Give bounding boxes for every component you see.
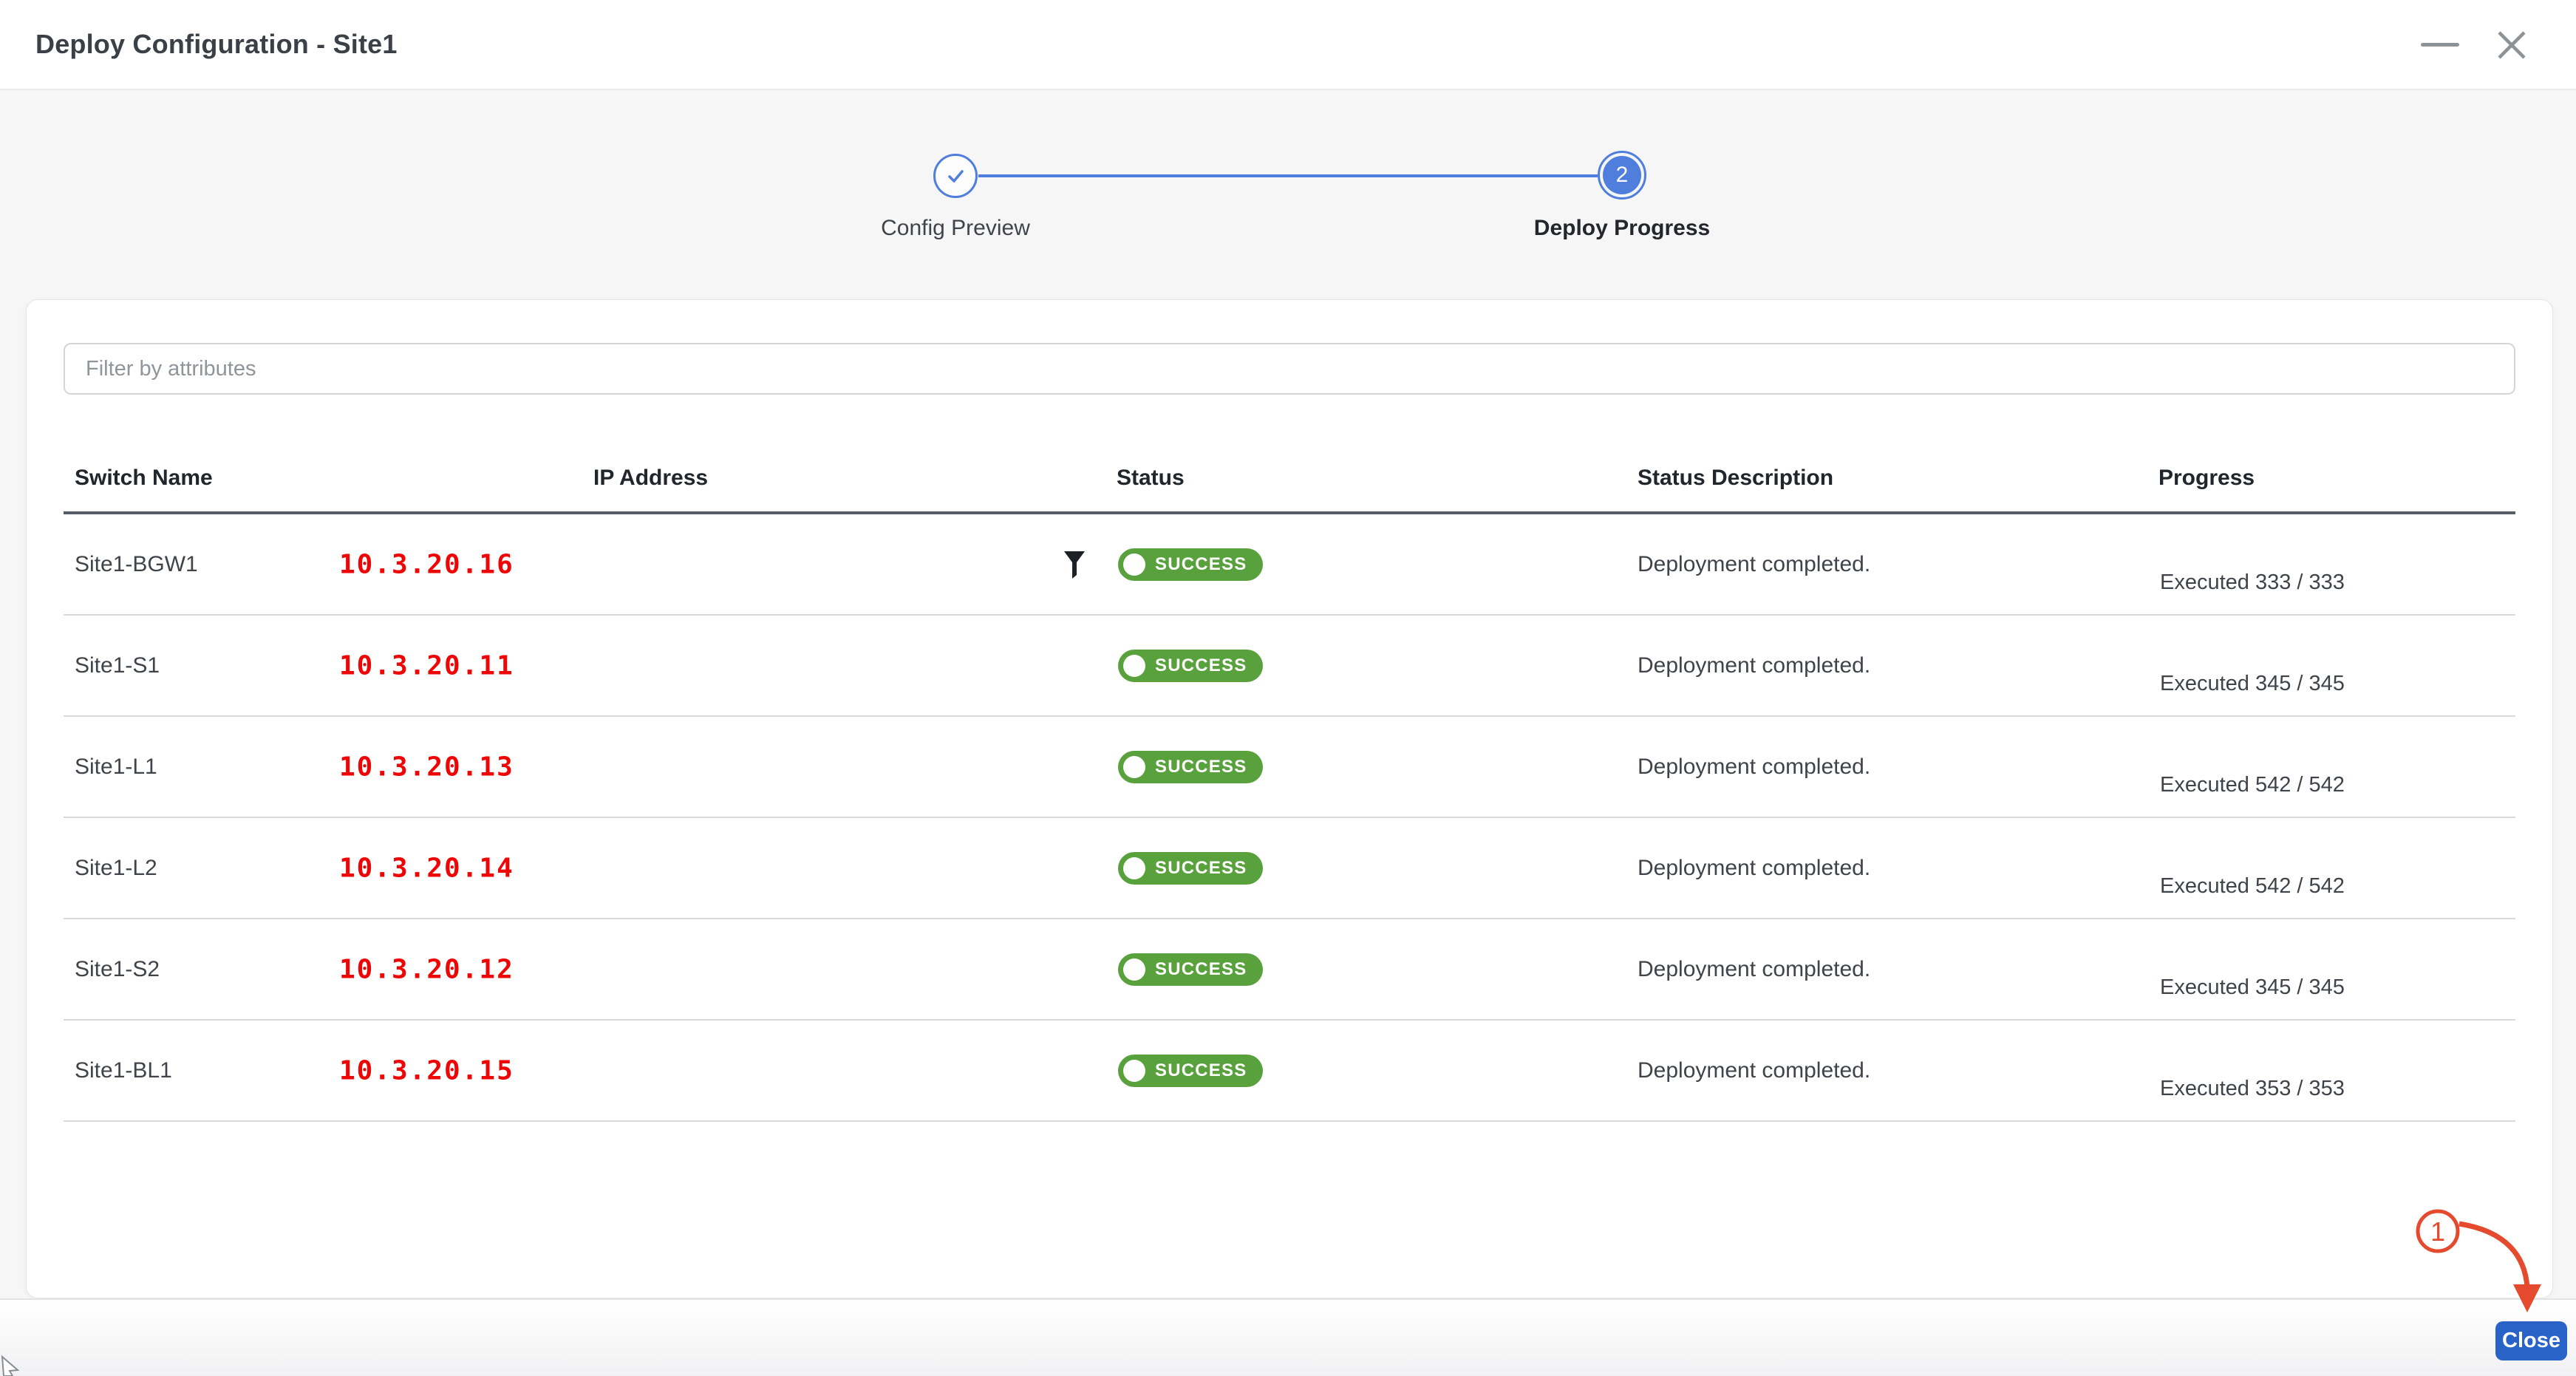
column-header-switch-name[interactable]: Switch Name [75,466,213,491]
table-row: Site1-BL1 10.3.20.15 SUCCESS Deployment … [64,1021,2515,1122]
status-description: Deployment completed. [1638,755,1870,780]
progress-cell: Executed 333 / 333 [2160,564,2380,595]
status-indicator-dot [1123,1060,1145,1082]
switch-name: Site1-L2 [75,856,157,881]
status-indicator-dot [1123,554,1145,576]
switch-name: Site1-BGW1 [75,552,198,577]
progress-cell: Executed 542 / 542 [2160,868,2380,899]
switch-name: Site1-S1 [75,653,160,678]
table-row: Site1-S2 10.3.20.12 SUCCESS Deployment c… [64,919,2515,1021]
progress-label: Executed 333 / 333 [2160,571,2380,595]
column-header-ip-address[interactable]: IP Address [593,466,708,491]
status-badge: SUCCESS [1118,751,1263,783]
filter-icon[interactable] [1063,548,1086,581]
checkmark-icon [942,163,969,189]
column-header-status[interactable]: Status [1117,466,1185,491]
ip-address: 10.3.20.11 [339,650,514,681]
status-badge: SUCCESS [1118,548,1263,581]
progress-label: Executed 542 / 542 [2160,874,2380,899]
status-description: Deployment completed. [1638,552,1870,577]
status-indicator-dot [1123,756,1145,778]
status-description: Deployment completed. [1638,653,1870,678]
progress-cell: Executed 345 / 345 [2160,969,2380,1000]
table-row: Site1-S1 10.3.20.11 SUCCESS Deployment c… [64,616,2515,717]
filter-input[interactable] [64,343,2515,395]
table-row: Site1-L1 10.3.20.13 SUCCESS Deployment c… [64,717,2515,818]
table-header-row: Switch Name IP Address Status Status Des… [64,427,2515,514]
ip-address: 10.3.20.16 [339,549,514,579]
switch-name: Site1-BL1 [75,1058,172,1083]
status-indicator-dot [1123,655,1145,677]
ip-address: 10.3.20.14 [339,853,514,883]
column-header-progress[interactable]: Progress [2158,466,2255,491]
status-badge: SUCCESS [1118,1055,1263,1087]
deploy-configuration-dialog: Deploy Configuration - Site1 2 Config Pr… [0,0,2576,1376]
close-button[interactable]: Close [2495,1321,2567,1360]
table-row: Site1-BGW1 10.3.20.16 SUCCESS Deployment… [64,514,2515,616]
dialog-title: Deploy Configuration - Site1 [35,0,398,89]
minimize-icon[interactable] [2421,43,2459,47]
status-description: Deployment completed. [1638,1058,1870,1083]
switch-name: Site1-L1 [75,755,157,780]
status-badge: SUCCESS [1118,650,1263,682]
progress-label: Executed 345 / 345 [2160,672,2380,696]
status-indicator-dot [1123,857,1145,879]
status-description: Deployment completed. [1638,856,1870,881]
status-description: Deployment completed. [1638,957,1870,982]
progress-cell: Executed 353 / 353 [2160,1070,2380,1101]
deploy-progress-card: Switch Name IP Address Status Status Des… [26,299,2553,1298]
column-header-status-description[interactable]: Status Description [1638,466,1833,491]
progress-label: Executed 345 / 345 [2160,975,2380,1000]
status-badge: SUCCESS [1118,852,1263,885]
ip-address: 10.3.20.15 [339,1055,514,1086]
close-icon[interactable] [2493,27,2530,64]
step-number-badge: 2 [1603,156,1641,194]
progress-cell: Executed 345 / 345 [2160,665,2380,696]
progress-cell: Executed 542 / 542 [2160,766,2380,797]
dialog-titlebar: Deploy Configuration - Site1 [0,0,2576,90]
progress-label: Executed 353 / 353 [2160,1077,2380,1101]
ip-address: 10.3.20.12 [339,954,514,984]
stepper-connector [978,174,1598,177]
step-label-config-preview: Config Preview [808,216,1103,241]
step-config-preview[interactable] [933,154,978,198]
switch-name: Site1-S2 [75,957,160,982]
step-deploy-progress[interactable]: 2 [1598,151,1646,200]
ip-address: 10.3.20.13 [339,752,514,782]
status-badge: SUCCESS [1118,953,1263,986]
progress-label: Executed 542 / 542 [2160,773,2380,797]
status-indicator-dot [1123,958,1145,981]
table-row: Site1-L2 10.3.20.14 SUCCESS Deployment c… [64,818,2515,919]
step-label-deploy-progress: Deploy Progress [1474,216,1770,241]
dialog-footer: Close [0,1298,2576,1376]
